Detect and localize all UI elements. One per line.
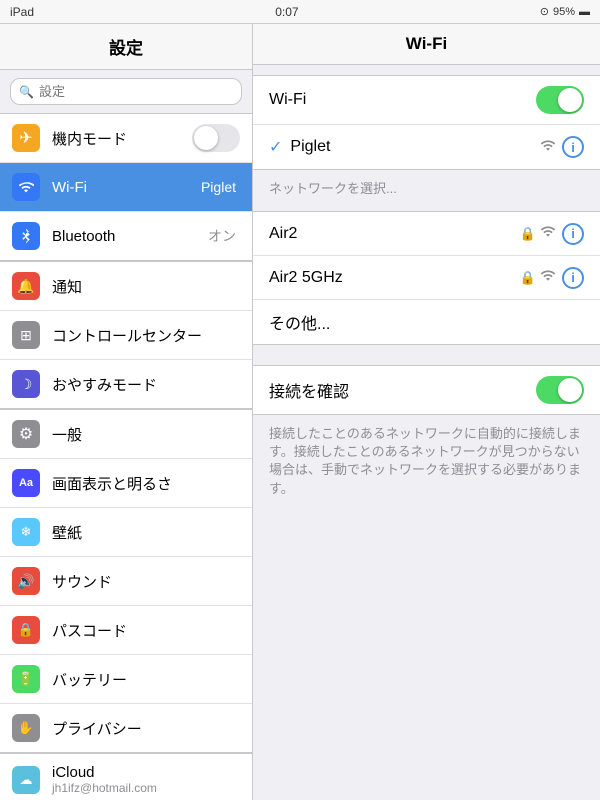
- wifi-label: Wi-Fi: [269, 91, 536, 109]
- confirm-connection-section: 接続を確認: [253, 365, 600, 415]
- sound-icon: 🔊: [12, 567, 40, 595]
- general-icon: ⚙: [12, 420, 40, 448]
- sidebar-label-notifications: 通知: [52, 276, 240, 297]
- confirm-connection-toggle[interactable]: [536, 376, 584, 404]
- sidebar-bluetooth-value: オン: [208, 226, 236, 246]
- sidebar-title: 設定: [0, 24, 252, 70]
- sidebar-item-donotdisturb[interactable]: ☽ おやすみモード: [0, 360, 252, 408]
- content-panel: Wi-Fi Wi-Fi ✓ Piglet i ネットワークを選択...: [253, 24, 600, 800]
- sidebar-label-passcode: パスコード: [52, 620, 240, 641]
- network-air25ghz-label: Air2 5GHz: [269, 269, 520, 287]
- sidebar-label-sound: サウンド: [52, 571, 240, 592]
- wifi-icon: [12, 173, 40, 201]
- network-wifi-icon: [540, 139, 556, 156]
- wifi-toggle-knob: [558, 88, 582, 112]
- network-row-air25ghz[interactable]: Air2 5GHz 🔒 i: [253, 256, 600, 300]
- battery-menu-icon: 🔋: [12, 665, 40, 693]
- icloud-text: iCloud jh1ifz@hotmail.com: [52, 764, 240, 795]
- network-other-label: その他...: [269, 310, 584, 334]
- select-network-label: ネットワークを選択...: [253, 170, 600, 201]
- wifi-icon-air25ghz: [540, 269, 556, 286]
- sidebar-label-display: 画面表示と明るさ: [52, 473, 240, 494]
- bluetooth-icon: [12, 222, 40, 250]
- confirm-connection-label: 接続を確認: [269, 378, 536, 402]
- lock-icon-air2: 🔒: [520, 226, 536, 242]
- sidebar-label-airplane: 機内モード: [52, 128, 192, 149]
- status-device: iPad: [10, 5, 34, 19]
- airplane-toggle[interactable]: [192, 124, 240, 152]
- wifi-toggle-section: Wi-Fi ✓ Piglet i: [253, 75, 600, 170]
- wifi-master-toggle[interactable]: [536, 86, 584, 114]
- controlcenter-icon: ⊞: [12, 321, 40, 349]
- network-row-other[interactable]: その他...: [253, 300, 600, 344]
- sidebar-wifi-value: Piglet: [201, 179, 236, 195]
- wifi-status-icon: ⊙: [540, 5, 549, 18]
- sidebar-group-preferences: ⚙ 一般 Aa 画面表示と明るさ ❄ 壁紙 🔊 サウンド 🔒 パスコード 🔋: [0, 409, 252, 753]
- sidebar-group-accounts: ☁ iCloud jh1ifz@hotmail.com: [0, 753, 252, 800]
- confirm-connection-row[interactable]: 接続を確認: [253, 366, 600, 414]
- description-text: 接続したことのあるネットワークに自動的に接続します。接続したことのあるネットワー…: [253, 415, 600, 508]
- sidebar-label-controlcenter: コントロールセンター: [52, 325, 240, 346]
- sidebar-group-connectivity: ✈ 機内モード Wi-Fi Piglet: [0, 113, 252, 261]
- sidebar-item-battery[interactable]: 🔋 バッテリー: [0, 655, 252, 704]
- icloud-subtitle: jh1ifz@hotmail.com: [52, 781, 240, 795]
- sidebar-label-donotdisturb: おやすみモード: [52, 374, 240, 395]
- sidebar-item-privacy[interactable]: ✋ プライバシー: [0, 704, 252, 752]
- search-input-wrap[interactable]: 🔍: [10, 78, 242, 105]
- sidebar-item-icloud[interactable]: ☁ iCloud jh1ifz@hotmail.com: [0, 754, 252, 800]
- sidebar-item-wifi[interactable]: Wi-Fi Piglet: [0, 163, 252, 212]
- donotdisturb-icon: ☽: [12, 370, 40, 398]
- connected-network-info-btn[interactable]: i: [562, 136, 584, 158]
- sidebar-item-notifications[interactable]: 🔔 通知: [0, 262, 252, 311]
- sidebar-label-wallpaper: 壁紙: [52, 522, 240, 543]
- sidebar-label-privacy: プライバシー: [52, 718, 240, 739]
- battery-icon: ▬: [579, 6, 590, 18]
- connected-network-label: Piglet: [290, 138, 540, 156]
- sidebar-label-battery: バッテリー: [52, 669, 240, 690]
- confirm-toggle-knob: [558, 378, 582, 402]
- sidebar-item-bluetooth[interactable]: Bluetooth オン: [0, 212, 252, 260]
- sidebar-item-general[interactable]: ⚙ 一般: [0, 410, 252, 459]
- connected-network-row[interactable]: ✓ Piglet i: [253, 125, 600, 169]
- sidebar-label-wifi: Wi-Fi: [52, 179, 201, 196]
- search-bar: 🔍: [0, 70, 252, 113]
- content-title: Wi-Fi: [253, 24, 600, 65]
- status-right: ⊙ 95% ▬: [540, 5, 590, 18]
- sidebar-label-general: 一般: [52, 424, 240, 445]
- sidebar: 設定 🔍 ✈ 機内モード Wi-F: [0, 24, 253, 800]
- sidebar-label-bluetooth: Bluetooth: [52, 228, 208, 245]
- icloud-title: iCloud: [52, 764, 240, 781]
- status-bar: iPad 0:07 ⊙ 95% ▬: [0, 0, 600, 24]
- sidebar-item-sound[interactable]: 🔊 サウンド: [0, 557, 252, 606]
- sidebar-group-system: 🔔 通知 ⊞ コントロールセンター ☽ おやすみモード: [0, 261, 252, 409]
- air25ghz-info-btn[interactable]: i: [562, 267, 584, 289]
- sidebar-item-display[interactable]: Aa 画面表示と明るさ: [0, 459, 252, 508]
- search-icon: 🔍: [19, 85, 34, 99]
- network-air2-label: Air2: [269, 225, 520, 243]
- divider-1: [253, 345, 600, 355]
- battery-level: 95%: [553, 6, 575, 18]
- airplane-icon: ✈: [12, 124, 40, 152]
- air2-info-btn[interactable]: i: [562, 223, 584, 245]
- notifications-icon: 🔔: [12, 272, 40, 300]
- wallpaper-icon: ❄: [12, 518, 40, 546]
- status-time: 0:07: [275, 5, 298, 19]
- sidebar-item-wallpaper[interactable]: ❄ 壁紙: [0, 508, 252, 557]
- display-icon: Aa: [12, 469, 40, 497]
- icloud-icon: ☁: [12, 766, 40, 794]
- main-layout: 設定 🔍 ✈ 機内モード Wi-F: [0, 24, 600, 800]
- airplane-toggle-knob: [194, 126, 218, 150]
- sidebar-item-passcode[interactable]: 🔒 パスコード: [0, 606, 252, 655]
- wifi-icon-air2: [540, 225, 556, 242]
- network-list-section: Air2 🔒 i Air2 5GHz 🔒 i: [253, 211, 600, 345]
- wifi-toggle-row[interactable]: Wi-Fi: [253, 76, 600, 125]
- lock-icon-air25ghz: 🔒: [520, 270, 536, 286]
- sidebar-item-airplane[interactable]: ✈ 機内モード: [0, 114, 252, 163]
- checkmark-icon: ✓: [269, 137, 282, 157]
- network-row-air2[interactable]: Air2 🔒 i: [253, 212, 600, 256]
- search-input[interactable]: [39, 84, 233, 99]
- passcode-icon: 🔒: [12, 616, 40, 644]
- privacy-icon: ✋: [12, 714, 40, 742]
- sidebar-item-controlcenter[interactable]: ⊞ コントロールセンター: [0, 311, 252, 360]
